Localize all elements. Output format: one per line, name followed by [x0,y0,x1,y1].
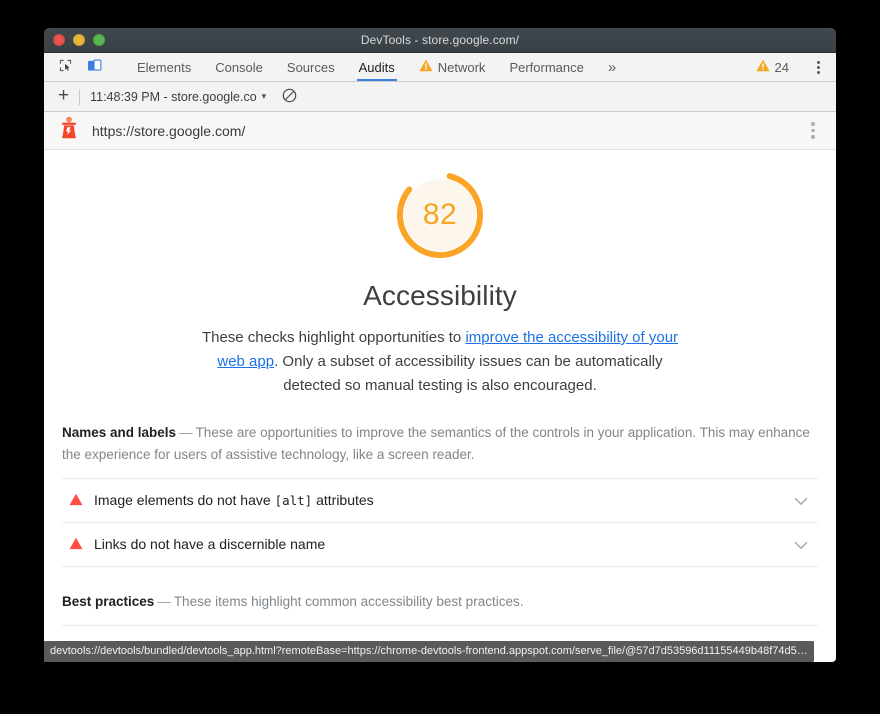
audit-title: Links do not have a discernible name [94,534,783,555]
close-window-button[interactable] [53,34,65,46]
tab-sources[interactable]: Sources [275,53,347,81]
audit-group-names-and-labels: Names and labels—These are opportunities… [44,422,836,567]
dot [811,122,815,126]
desktop-background: DevTools - store.google.com/ [0,0,880,714]
panel-tabs: Elements Console Sources Audits [125,53,747,81]
device-toolbar-icon [87,58,103,76]
clear-all-button[interactable] [282,88,297,106]
category-description: These checks highlight opportunities to … [190,326,690,398]
tab-elements[interactable]: Elements [125,53,203,81]
audit-row[interactable]: Links do not have a discernible name [62,523,818,567]
warning-triangle-icon [419,59,433,75]
audits-toolbar: + 11:48:39 PM - store.google.co ▾ [44,82,836,112]
dot [817,61,820,64]
group-title: Names and labels [62,425,176,440]
tab-audits[interactable]: Audits [347,53,407,81]
devtools-tool-buttons [44,53,125,81]
tab-label: Performance [509,60,583,75]
maximize-window-button[interactable] [93,34,105,46]
audit-group-best-practices: Best practices—These items highlight com… [44,591,836,633]
audit-report-body: 82 Accessibility These checks highlight … [44,150,836,633]
audit-list: Image elements do not have [alt] attribu… [62,478,818,567]
devtools-window: DevTools - store.google.com/ [44,28,836,662]
device-toolbar-button[interactable] [82,56,108,78]
tab-network[interactable]: Network [407,53,498,81]
window-titlebar: DevTools - store.google.com/ [44,28,836,53]
audit-row[interactable]: [user-scalable="no"] is used in the <met… [62,626,818,633]
tab-console[interactable]: Console [203,53,275,81]
dot [811,135,815,139]
clear-icon [282,88,297,106]
warning-count-badge[interactable]: 24 [747,59,798,75]
audits-toolbar-divider [79,89,80,105]
category-score-header: 82 Accessibility These checks highlight … [44,150,836,398]
audit-title: Image elements do not have [alt] attribu… [94,490,783,511]
window-title: DevTools - store.google.com/ [44,33,836,47]
tabstrip-right-controls: 24 [747,53,836,81]
window-traffic-lights [44,34,105,46]
tab-label: Console [215,60,263,75]
link-preview-statusbar: devtools://devtools/bundled/devtools_app… [44,641,814,662]
audit-text-0: Image elements do not have [94,492,275,508]
audit-url-header: https://store.google.com/ [44,112,836,150]
tab-label: Audits [359,60,395,75]
new-audit-button[interactable]: + [56,86,77,107]
dot [817,66,820,69]
score-value: 82 [393,168,487,262]
warning-count-value: 24 [775,60,789,75]
devtools-main-menu-button[interactable] [807,56,829,78]
score-gauge: 82 [393,168,487,262]
chevron-down-icon[interactable] [794,493,814,509]
audit-options-menu-button[interactable] [802,120,824,142]
tab-performance[interactable]: Performance [497,53,595,81]
fail-triangle-icon [69,493,83,509]
audit-code-1: [alt] [275,493,313,508]
inspect-element-button[interactable] [52,56,78,78]
audit-text-2: attributes [312,492,373,508]
audit-run-label: 11:48:39 PM - store.google.co [90,90,257,104]
group-dash: — [176,425,196,440]
tab-label: Network [438,60,486,75]
minimize-window-button[interactable] [73,34,85,46]
more-tabs-button[interactable]: » [596,53,628,81]
chevron-down-icon: ▾ [262,91,267,102]
audit-list: [user-scalable="no"] is used in the <met… [62,625,818,633]
group-header: Best practices—These items highlight com… [62,591,818,613]
description-before: These checks highlight opportunities to [202,329,466,346]
dot [811,129,815,133]
lighthouse-icon [58,116,80,145]
description-after: . Only a subset of accessibility issues … [274,353,663,394]
group-description: These items highlight common accessibili… [174,594,524,609]
fail-triangle-icon [69,537,83,553]
category-title: Accessibility [363,280,517,312]
tab-label: Sources [287,60,335,75]
inspect-element-icon [58,58,73,76]
group-header: Names and labels—These are opportunities… [62,422,818,466]
audit-row[interactable]: Image elements do not have [alt] attribu… [62,479,818,523]
dot [817,71,820,74]
tab-label: Elements [137,60,191,75]
warning-triangle-icon [756,59,770,75]
group-title: Best practices [62,594,154,609]
chevron-down-icon[interactable] [794,537,814,553]
devtools-tabstrip: Elements Console Sources Audits [44,53,836,82]
group-dash: — [154,594,174,609]
audited-url: https://store.google.com/ [92,123,802,139]
audit-run-selector[interactable]: 11:48:39 PM - store.google.co ▾ [90,90,266,104]
